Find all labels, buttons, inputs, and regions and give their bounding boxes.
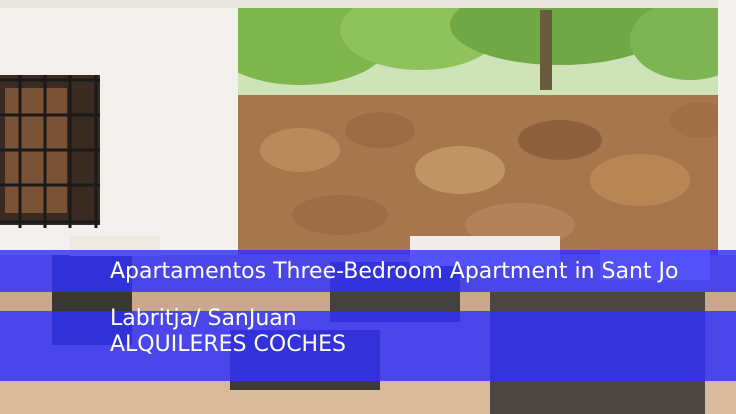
listing-title[interactable]: Apartamentos Three-Bedroom Apartment in …: [110, 258, 736, 286]
listing-category[interactable]: ALQUILERES COCHES: [110, 331, 346, 359]
hero-banner: Apartamentos Three-Bedroom Apartment in …: [0, 0, 736, 414]
listing-location: Labritja/ SanJuan: [110, 306, 297, 331]
